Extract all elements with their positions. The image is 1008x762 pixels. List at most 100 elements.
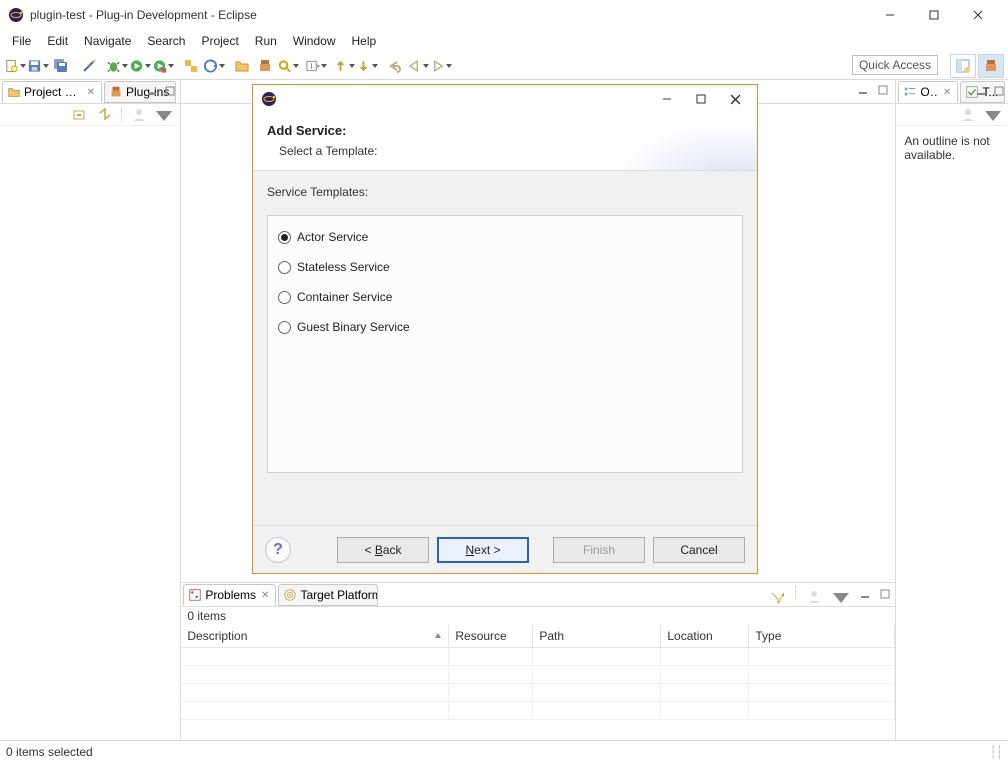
eclipse-icon — [261, 91, 277, 107]
save-button[interactable] — [27, 55, 49, 77]
toolbar: Quick Access — [0, 52, 1008, 80]
new-button[interactable] — [4, 55, 26, 77]
menu-window[interactable]: Window — [285, 32, 344, 50]
open-type-button[interactable] — [180, 55, 202, 77]
minimize-view-icon[interactable] — [144, 83, 160, 99]
open-plugin-button[interactable] — [254, 55, 276, 77]
dialog-minimize-button[interactable] — [653, 89, 681, 109]
back-undo-button[interactable] — [384, 55, 406, 77]
radio-stateless-label: Stateless Service — [297, 260, 390, 274]
tab-target-platform[interactable]: Target Platform State — [278, 584, 378, 606]
open-perspective-button[interactable] — [950, 54, 976, 78]
window-title: plugin-test - Plug-in Development - Ecli… — [30, 8, 868, 22]
target-icon — [283, 588, 297, 602]
tab-outline[interactable]: O... ✕ — [898, 81, 958, 103]
col-type[interactable]: Type — [749, 625, 895, 647]
tab-outline-label: O... — [920, 85, 938, 99]
outline-view-menu-icon[interactable] — [982, 104, 1004, 126]
nav-back-button[interactable] — [407, 55, 429, 77]
prev-annotation-button[interactable] — [333, 55, 355, 77]
debug-button[interactable] — [106, 55, 128, 77]
radio-icon — [278, 321, 291, 334]
help-button[interactable]: ? — [265, 537, 291, 563]
col-type-label: Type — [755, 629, 781, 643]
wand-button[interactable] — [78, 55, 100, 77]
close-button[interactable] — [956, 1, 1000, 29]
radio-container-label: Container Service — [297, 290, 392, 304]
statusbar: 0 items selected ┆┆ — [0, 740, 1008, 762]
plugin-dev-perspective-button[interactable] — [978, 54, 1004, 78]
tab-problems-label: Problems — [205, 588, 256, 602]
dialog-close-button[interactable] — [721, 89, 749, 109]
open-folder-button[interactable] — [231, 55, 253, 77]
next-annotation-button[interactable] — [356, 55, 378, 77]
status-grip-icon: ┆┆ — [990, 745, 1002, 759]
tab-problems[interactable]: Problems ✕ — [183, 584, 276, 606]
radio-actor-service[interactable]: Actor Service — [278, 230, 732, 244]
col-resource[interactable]: Resource — [449, 625, 533, 647]
project-explorer-icon — [7, 85, 21, 99]
outline-maximize-icon[interactable] — [991, 83, 1007, 99]
sort-asc-icon — [434, 632, 442, 640]
editor-maximize-icon[interactable] — [875, 82, 891, 98]
menu-search[interactable]: Search — [139, 32, 193, 50]
col-location[interactable]: Location — [661, 625, 749, 647]
problems-maximize-icon[interactable] — [877, 586, 893, 602]
menu-run[interactable]: Run — [247, 32, 285, 50]
menu-help[interactable]: Help — [344, 32, 385, 50]
collapse-all-icon[interactable] — [69, 104, 91, 126]
search-button[interactable] — [277, 55, 299, 77]
save-all-button[interactable] — [50, 55, 72, 77]
col-description[interactable]: Description — [181, 625, 449, 647]
radio-icon — [278, 291, 291, 304]
radio-guest-binary-service[interactable]: Guest Binary Service — [278, 320, 732, 334]
dialog-maximize-button[interactable] — [687, 89, 715, 109]
radio-stateless-service[interactable]: Stateless Service — [278, 260, 732, 274]
outline-focus-icon[interactable] — [957, 104, 979, 126]
service-templates-label: Service Templates: — [267, 185, 743, 199]
minimize-button[interactable] — [868, 1, 912, 29]
quick-access[interactable]: Quick Access — [852, 55, 938, 75]
run-button[interactable] — [129, 55, 151, 77]
separator — [795, 586, 798, 600]
annotation-nav-button[interactable] — [305, 55, 327, 77]
project-explorer-body — [0, 126, 180, 740]
focus-task-icon[interactable] — [128, 104, 150, 126]
view-menu-icon[interactable] — [153, 104, 175, 126]
col-path[interactable]: Path — [533, 625, 661, 647]
menu-navigate[interactable]: Navigate — [76, 32, 139, 50]
cancel-button[interactable]: Cancel — [653, 537, 745, 563]
radio-icon — [278, 231, 291, 244]
tab-project-explorer[interactable]: Project Ex... ✕ — [2, 81, 102, 103]
next-button[interactable]: Next > — [437, 537, 529, 563]
close-icon[interactable]: ✕ — [943, 87, 951, 98]
outline-icon — [903, 85, 917, 99]
tab-target-platform-label: Target Platform State — [300, 588, 378, 602]
eclipse-icon — [8, 7, 24, 23]
outline-minimize-icon[interactable] — [973, 83, 989, 99]
maximize-button[interactable] — [912, 1, 956, 29]
finish-button[interactable]: Finish — [553, 537, 645, 563]
outline-panel: O... ✕ T... An outline is not available. — [895, 80, 1008, 740]
close-icon[interactable]: ✕ — [261, 590, 269, 601]
link-editor-icon[interactable] — [94, 104, 116, 126]
back-button[interactable]: < Back — [337, 537, 429, 563]
problems-focus-icon[interactable] — [803, 586, 825, 608]
col-location-label: Location — [667, 629, 712, 643]
dialog-title: Add Service: — [267, 123, 743, 138]
nav-forward-button[interactable] — [430, 55, 452, 77]
radio-actor-label: Actor Service — [297, 230, 368, 244]
maximize-view-icon[interactable] — [162, 83, 178, 99]
menu-project[interactable]: Project — [193, 32, 246, 50]
radio-container-service[interactable]: Container Service — [278, 290, 732, 304]
menu-edit[interactable]: Edit — [39, 32, 76, 50]
problems-icon — [188, 588, 202, 602]
problems-view-menu-icon[interactable] — [830, 586, 852, 608]
problems-filter-icon[interactable] — [767, 586, 789, 608]
editor-minimize-icon[interactable] — [855, 82, 871, 98]
problems-minimize-icon[interactable] — [857, 586, 873, 602]
menu-file[interactable]: File — [4, 32, 39, 50]
close-icon[interactable]: ✕ — [87, 87, 95, 98]
open-task-button[interactable] — [203, 55, 225, 77]
external-tools-button[interactable] — [152, 55, 174, 77]
